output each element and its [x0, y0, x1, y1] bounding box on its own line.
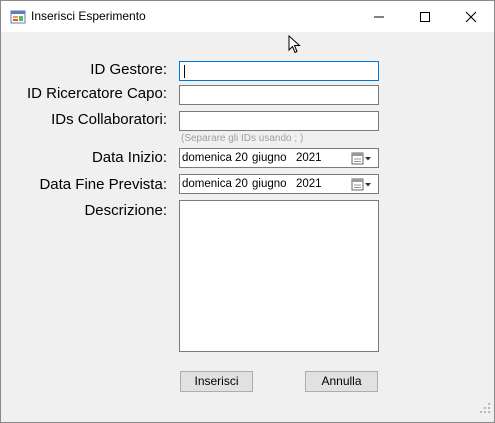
data-inizio-calendar-button[interactable]	[350, 151, 376, 166]
data-fine-label: Data Fine Prevista:	[39, 176, 167, 193]
data-inizio-month: giugno	[252, 152, 287, 164]
id-collaboratori-input[interactable]	[179, 111, 379, 131]
data-inizio-day: domenica 20	[182, 152, 248, 164]
cancel-button[interactable]: Annulla	[305, 371, 378, 392]
window-title: Inserisci Esperimento	[31, 9, 146, 23]
close-icon	[465, 11, 477, 23]
insert-experiment-window: Inserisci Esperimento ID Gestore: ID Ric…	[0, 0, 495, 423]
id-gestore-input[interactable]	[179, 61, 379, 81]
data-inizio-year: 2021	[296, 152, 322, 164]
data-inizio-picker[interactable]: domenica 20 giugno 2021	[179, 148, 379, 168]
form-app-icon	[10, 9, 26, 25]
id-ricercatore-input[interactable]	[179, 85, 379, 105]
calendar-dropdown-icon	[351, 152, 371, 165]
minimize-icon	[374, 16, 384, 18]
data-fine-picker[interactable]: domenica 20 giugno 2021	[179, 174, 379, 194]
maximize-icon	[420, 12, 430, 22]
data-inizio-label: Data Inizio:	[91, 149, 167, 166]
id-ricercatore-label: ID Ricercatore Capo:	[26, 85, 167, 102]
calendar-dropdown-icon	[351, 178, 371, 191]
resize-grip-icon[interactable]	[479, 401, 491, 419]
data-fine-day: domenica 20	[182, 178, 248, 190]
data-fine-month: giugno	[252, 178, 287, 190]
descrizione-label: Descrizione:	[84, 202, 167, 219]
insert-button[interactable]: Inserisci	[180, 371, 253, 392]
descrizione-textarea[interactable]	[179, 200, 379, 352]
data-fine-year: 2021	[296, 178, 322, 190]
text-caret	[184, 65, 185, 78]
data-fine-calendar-button[interactable]	[350, 177, 376, 192]
maximize-button[interactable]	[402, 1, 448, 32]
close-button[interactable]	[448, 1, 494, 32]
id-collaboratori-hint: (Separare gli IDs usando ; )	[181, 133, 304, 144]
mouse-cursor-icon	[288, 34, 302, 60]
title-bar[interactable]: Inserisci Esperimento	[1, 1, 494, 32]
id-gestore-label: ID Gestore:	[90, 61, 167, 78]
id-collaboratori-label: IDs Collaboratori:	[51, 111, 167, 128]
minimize-button[interactable]	[356, 1, 402, 32]
